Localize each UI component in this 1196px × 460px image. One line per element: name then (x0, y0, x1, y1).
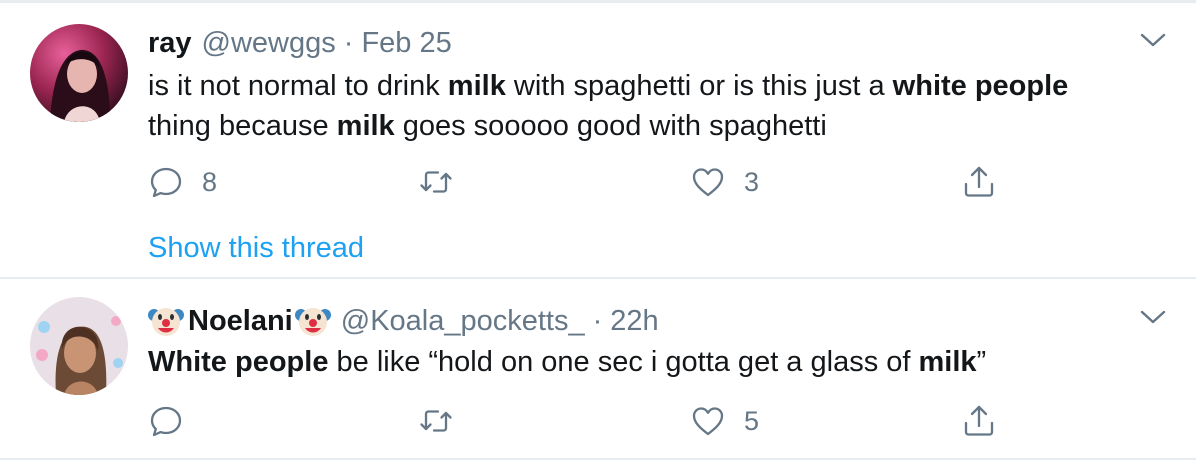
text-segment: white people (892, 70, 1069, 102)
share-icon (961, 164, 997, 200)
avatar[interactable] (30, 297, 128, 395)
avatar-image (30, 297, 128, 395)
reply-icon (148, 403, 184, 439)
chevron-down-icon[interactable] (1139, 30, 1167, 50)
chevron-down-icon[interactable] (1139, 307, 1167, 327)
user-handle[interactable]: @Koala_pocketts_ (341, 303, 585, 339)
reply-button[interactable]: 8 (148, 164, 217, 200)
text-segment: milk (918, 346, 977, 378)
like-button[interactable]: 3 (690, 164, 759, 200)
retweet-button[interactable] (418, 164, 472, 200)
text-segment: with spaghetti or is this just a (505, 70, 893, 102)
share-icon (961, 403, 997, 439)
user-handle[interactable]: @wewggs (202, 25, 336, 61)
tweet-text: is it not normal to drink milk with spag… (148, 66, 1158, 146)
text-segment: milk (447, 70, 506, 102)
retweet-icon (418, 403, 454, 439)
timestamp[interactable]: Feb 25 (361, 25, 451, 61)
share-button[interactable] (961, 164, 997, 200)
display-name[interactable]: Noelani (188, 303, 293, 339)
text-segment: ” (976, 346, 987, 378)
clown-face-icon (294, 303, 331, 339)
text-segment: be like “hold on one sec i gotta get a g… (328, 346, 919, 378)
retweet-button[interactable] (418, 403, 472, 439)
tweet-header: ray @wewggs · Feb 25 (148, 25, 452, 61)
text-segment: White people (148, 346, 329, 378)
separator-dot: · (592, 305, 603, 337)
reply-count: 8 (202, 166, 218, 197)
display-name[interactable]: ray (148, 25, 192, 61)
text-segment: is it not normal to drink (148, 70, 448, 102)
like-button[interactable]: 5 (690, 403, 759, 439)
show-thread-link[interactable]: Show this thread (148, 232, 364, 265)
separator-dot: · (343, 27, 354, 59)
tweet-1[interactable]: ray @wewggs · Feb 25 is it not normal to… (0, 0, 1196, 278)
avatar[interactable] (30, 24, 128, 122)
like-count: 5 (744, 405, 760, 436)
clown-face-icon (148, 303, 184, 339)
avatar-image (30, 24, 128, 122)
text-segment: milk (336, 110, 395, 142)
text-segment: thing because (148, 110, 337, 142)
reply-icon (148, 164, 184, 200)
tweet-2[interactable]: Noelani @Koala_pocketts_ · 22h White peo… (0, 279, 1196, 460)
tweet-header: Noelani @Koala_pocketts_ · 22h (148, 303, 659, 339)
reply-button[interactable] (148, 403, 202, 439)
heart-icon (690, 164, 726, 200)
tweet-text: White people be like “hold on one sec i … (148, 342, 1158, 382)
share-button[interactable] (961, 403, 997, 439)
heart-icon (690, 403, 726, 439)
text-segment: goes sooooo good with spaghetti (394, 110, 827, 142)
timestamp[interactable]: 22h (610, 303, 658, 339)
like-count: 3 (744, 166, 760, 197)
retweet-icon (418, 164, 454, 200)
